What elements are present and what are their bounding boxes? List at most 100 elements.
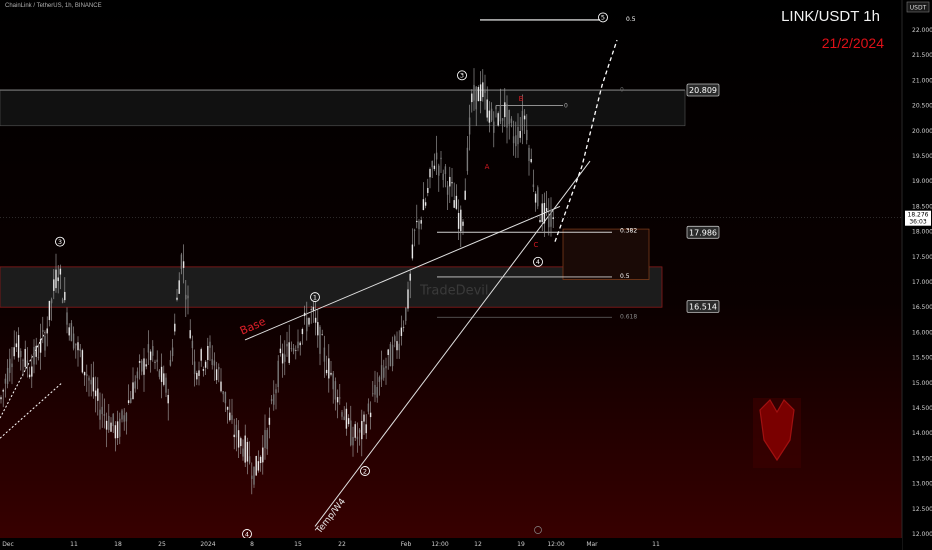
candle-body bbox=[77, 342, 79, 351]
y-tick-label: 20.000 bbox=[912, 128, 932, 135]
candle-body bbox=[471, 93, 473, 103]
candle-body bbox=[391, 344, 394, 367]
candle-body bbox=[550, 209, 552, 227]
candle-body bbox=[374, 384, 376, 395]
candle-body bbox=[526, 129, 528, 141]
candle-body bbox=[545, 208, 548, 212]
candle-body bbox=[462, 221, 464, 226]
candle-body bbox=[396, 341, 398, 351]
candle-body bbox=[372, 393, 374, 395]
candle-body bbox=[323, 347, 326, 362]
candle-body bbox=[521, 110, 524, 131]
candle-body bbox=[174, 323, 176, 332]
candle-body bbox=[57, 277, 59, 282]
candle-body bbox=[26, 360, 29, 367]
zone-target-box bbox=[562, 228, 650, 280]
candle-body bbox=[163, 373, 165, 385]
candle-body bbox=[257, 461, 260, 471]
candle-body bbox=[281, 353, 284, 364]
x-tick-label: Dec bbox=[2, 541, 14, 548]
candle-body bbox=[446, 185, 449, 195]
candle-body bbox=[528, 147, 530, 161]
candle-body bbox=[444, 166, 447, 174]
candle-body bbox=[187, 295, 189, 299]
candle-body bbox=[79, 348, 81, 351]
y-tick-label: 16.000 bbox=[912, 329, 932, 336]
candle-body bbox=[517, 126, 519, 145]
fib-label-1: 0 bbox=[564, 103, 568, 110]
x-tick-label: 18 bbox=[114, 541, 122, 548]
candle-body bbox=[358, 429, 361, 433]
candle-body bbox=[486, 99, 488, 118]
candle-body bbox=[191, 340, 194, 349]
candle-body bbox=[512, 136, 515, 144]
candle-body bbox=[242, 448, 244, 457]
candle-body bbox=[438, 165, 440, 176]
candle-body bbox=[193, 361, 196, 374]
candle-body bbox=[501, 118, 504, 121]
candle-body bbox=[341, 412, 343, 417]
candle-body bbox=[251, 475, 253, 479]
fib-label-2: 0.382 bbox=[620, 228, 637, 235]
candle-body bbox=[108, 415, 110, 430]
candle-body bbox=[37, 357, 40, 359]
y-tick-label: 12.000 bbox=[912, 531, 932, 538]
candle-body bbox=[264, 430, 266, 448]
candle-body bbox=[398, 343, 400, 351]
candle-body bbox=[369, 412, 372, 418]
candle-body bbox=[365, 424, 367, 434]
candle-body bbox=[541, 203, 543, 222]
candle-body bbox=[303, 312, 306, 316]
candle-body bbox=[427, 187, 429, 193]
candle-body bbox=[493, 121, 495, 133]
candle-body bbox=[389, 344, 392, 367]
candle-body bbox=[321, 334, 323, 336]
candle-body bbox=[17, 335, 20, 358]
y-tick-label: 17.500 bbox=[912, 254, 932, 261]
candle-body bbox=[343, 416, 345, 421]
wave-label-B: B bbox=[519, 95, 524, 103]
candle-body bbox=[15, 343, 18, 348]
candle-body bbox=[222, 391, 224, 395]
zone-upper bbox=[0, 90, 686, 127]
candle-body bbox=[376, 387, 378, 398]
candle-body bbox=[141, 360, 143, 372]
candle-body bbox=[279, 348, 282, 353]
candle-body bbox=[105, 420, 108, 430]
candle-body bbox=[409, 273, 411, 281]
candle-body bbox=[152, 346, 154, 356]
candle-body bbox=[31, 366, 33, 377]
candle-body bbox=[325, 369, 328, 374]
candle-body bbox=[70, 323, 73, 342]
y-tick-label: 21.000 bbox=[912, 77, 932, 84]
candle-body bbox=[435, 152, 438, 160]
candle-body bbox=[44, 335, 46, 351]
candle-body bbox=[94, 390, 97, 397]
candle bbox=[277, 355, 279, 393]
candle bbox=[389, 341, 392, 367]
candle-body bbox=[99, 409, 101, 420]
candle-body bbox=[215, 369, 218, 381]
x-tick-label: 8 bbox=[250, 541, 254, 548]
candle-body bbox=[350, 420, 352, 446]
price-chart[interactable]: TradeDevil 3123454ABC000.3820.50.6180.5B… bbox=[0, 0, 932, 550]
candle-body bbox=[387, 349, 389, 355]
wave-label-5: 5 bbox=[601, 14, 605, 22]
candle-body bbox=[380, 365, 383, 380]
candle-body bbox=[224, 391, 227, 404]
candle-body bbox=[171, 347, 174, 357]
candle-body bbox=[515, 135, 517, 147]
candle-body bbox=[237, 430, 240, 448]
candle-body bbox=[64, 291, 66, 301]
candle-body bbox=[9, 358, 11, 373]
candle-body bbox=[50, 299, 53, 304]
candle-body bbox=[121, 410, 123, 420]
candle-body bbox=[220, 381, 222, 392]
candle-body bbox=[523, 115, 526, 120]
candle-body bbox=[301, 329, 304, 335]
candle-body bbox=[306, 317, 308, 332]
y-tick-label: 12.500 bbox=[912, 506, 932, 513]
candle-body bbox=[22, 360, 24, 361]
x-tick-label: 19 bbox=[517, 541, 525, 548]
candle-body bbox=[83, 372, 86, 376]
